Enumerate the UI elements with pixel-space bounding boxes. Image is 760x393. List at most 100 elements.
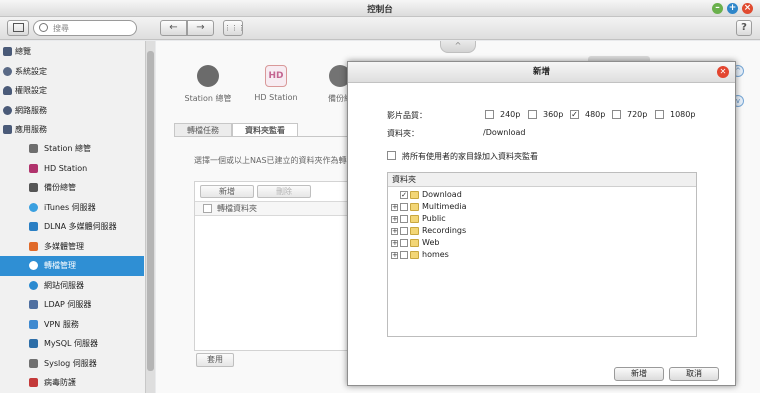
tree-item-public[interactable]: + Public bbox=[391, 213, 691, 225]
expand-icon[interactable]: + bbox=[391, 228, 398, 235]
sidebar-item-syslog[interactable]: Syslog 伺服器 bbox=[0, 354, 144, 373]
sidebar-item-station-manager[interactable]: Station 總管 bbox=[0, 139, 144, 158]
quality-240p-label: 240p bbox=[500, 110, 521, 119]
close-icon[interactable]: ✕ bbox=[717, 66, 729, 78]
forward-arrow-icon: → bbox=[196, 22, 205, 33]
sidebar-item-privilege[interactable]: 權限設定 bbox=[0, 81, 144, 100]
quality-720p-checkbox[interactable] bbox=[612, 110, 621, 119]
folder-icon bbox=[410, 191, 419, 199]
folder-checkbox[interactable] bbox=[400, 203, 408, 211]
ldap-icon bbox=[29, 300, 38, 309]
title-bar: 控制台 – + × bbox=[0, 0, 760, 17]
folder-tree-header: 資料夾 bbox=[388, 173, 696, 187]
apps-icon bbox=[3, 125, 12, 134]
search-box[interactable]: 搜尋 bbox=[33, 20, 137, 36]
folder-icon bbox=[410, 215, 419, 223]
expand-icon[interactable]: + bbox=[391, 204, 398, 211]
quality-1080p-label: 1080p bbox=[670, 110, 696, 119]
multimedia-icon bbox=[29, 242, 38, 251]
antivirus-icon bbox=[29, 378, 38, 387]
add-dialog: 新增 ✕ 影片品質： 240p 360p ✓ 480p 720p 1080p 資… bbox=[347, 61, 736, 386]
sidebar-scrollbar[interactable] bbox=[145, 41, 155, 393]
web-icon bbox=[29, 281, 38, 290]
station-icon bbox=[29, 144, 38, 153]
expand-icon[interactable]: + bbox=[391, 240, 398, 247]
sidebar-item-antivirus[interactable]: 病毒防護 bbox=[0, 373, 144, 392]
expand-icon[interactable]: + bbox=[391, 252, 398, 259]
transcode-icon bbox=[29, 261, 38, 270]
window-title: 控制台 bbox=[367, 5, 393, 15]
sidebar-item-overview[interactable]: 總覽 bbox=[0, 42, 144, 61]
user-icon bbox=[3, 86, 12, 95]
tree-item-homes[interactable]: + homes bbox=[391, 249, 691, 261]
cancel-button[interactable]: 取消 bbox=[669, 367, 719, 381]
minimize-button[interactable]: – bbox=[712, 3, 723, 14]
toolbar: 搜尋 ← → ⋮⋮⋮ ? bbox=[0, 17, 760, 40]
gear-icon bbox=[3, 67, 12, 76]
folder-icon bbox=[410, 203, 419, 211]
sidebar-item-system[interactable]: 系統設定 bbox=[0, 62, 144, 81]
home-folders-checkbox[interactable] bbox=[387, 151, 396, 160]
sidebar-item-itunes[interactable]: iTunes 伺服器 bbox=[0, 198, 144, 217]
sidebar-item-ldap[interactable]: LDAP 伺服器 bbox=[0, 295, 144, 314]
tree-item-recordings[interactable]: + Recordings bbox=[391, 225, 691, 237]
sidebar-item-multimedia[interactable]: 多媒體管理 bbox=[0, 237, 144, 256]
vpn-icon bbox=[29, 320, 38, 329]
quality-360p-label: 360p bbox=[543, 110, 564, 119]
network-icon bbox=[3, 106, 12, 115]
quality-480p-checkbox[interactable]: ✓ bbox=[570, 110, 579, 119]
quality-720p-label: 720p bbox=[627, 110, 648, 119]
scrollbar-thumb[interactable] bbox=[147, 51, 154, 371]
folder-checkbox[interactable] bbox=[400, 251, 408, 259]
syslog-icon bbox=[29, 359, 38, 368]
folder-checkbox[interactable]: ✓ bbox=[400, 191, 408, 199]
tree-item-web[interactable]: + Web bbox=[391, 237, 691, 249]
folder-checkbox[interactable] bbox=[400, 227, 408, 235]
ok-button[interactable]: 新增 bbox=[614, 367, 664, 381]
search-input[interactable]: 搜尋 bbox=[53, 23, 69, 34]
tree-item-multimedia[interactable]: + Multimedia bbox=[391, 201, 691, 213]
help-button[interactable]: ? bbox=[736, 20, 752, 36]
home-folders-label: 將所有使用者的家目錄加入資料夾監看 bbox=[402, 152, 538, 161]
folder-icon bbox=[410, 251, 419, 259]
sidebar-icon bbox=[12, 23, 24, 32]
sidebar-item-network[interactable]: 網路服務 bbox=[0, 101, 144, 120]
backup-icon bbox=[29, 183, 38, 192]
back-button[interactable]: ← bbox=[160, 20, 187, 36]
folder-checkbox[interactable] bbox=[400, 239, 408, 247]
hd-icon bbox=[29, 164, 38, 173]
sidebar-item-hd-station[interactable]: HD Station bbox=[0, 159, 144, 178]
apps-button[interactable]: ⋮⋮⋮ bbox=[223, 20, 245, 36]
folder-label: 資料夾： bbox=[387, 129, 419, 138]
dialog-title: 新增 bbox=[348, 62, 735, 83]
quality-360p-checkbox[interactable] bbox=[528, 110, 537, 119]
tree-item-download[interactable]: ✓ Download bbox=[391, 189, 691, 201]
folder-checkbox[interactable] bbox=[400, 215, 408, 223]
help-icon: ? bbox=[741, 22, 747, 33]
sidebar-toggle-button[interactable] bbox=[7, 20, 29, 36]
sidebar-item-applications[interactable]: 應用服務 bbox=[0, 120, 144, 139]
back-arrow-icon: ← bbox=[169, 22, 178, 33]
quality-240p-checkbox[interactable] bbox=[485, 110, 494, 119]
expand-icon[interactable]: + bbox=[391, 216, 398, 223]
close-window-button[interactable]: × bbox=[742, 3, 753, 14]
quality-1080p-checkbox[interactable] bbox=[655, 110, 664, 119]
folder-tree: 資料夾 ✓ Download + Multimedia + Public + R… bbox=[387, 172, 697, 337]
itunes-icon bbox=[29, 203, 38, 212]
sidebar-item-web-server[interactable]: 網站伺服器 bbox=[0, 276, 144, 295]
sidebar-item-mysql[interactable]: MySQL 伺服器 bbox=[0, 334, 144, 353]
folder-icon bbox=[410, 227, 419, 235]
sidebar-item-backup[interactable]: 備份總管 bbox=[0, 178, 144, 197]
search-icon bbox=[39, 23, 48, 32]
sidebar-item-vpn[interactable]: VPN 服務 bbox=[0, 315, 144, 334]
forward-button[interactable]: → bbox=[187, 20, 214, 36]
sidebar-item-transcode[interactable]: 轉檔管理 bbox=[0, 256, 144, 276]
grid-icon: ⋮⋮⋮ bbox=[224, 24, 245, 32]
sidebar-item-dlna[interactable]: DLNA 多媒體伺服器 bbox=[0, 217, 144, 236]
folder-value: /Download bbox=[483, 128, 526, 137]
maximize-button[interactable]: + bbox=[727, 3, 738, 14]
sidebar: 總覽 系統設定 權限設定 網路服務 應用服務 Station 總管 HD Sta… bbox=[0, 41, 155, 393]
quality-480p-label: 480p bbox=[585, 110, 606, 119]
folder-icon bbox=[410, 239, 419, 247]
overview-icon bbox=[3, 47, 12, 56]
